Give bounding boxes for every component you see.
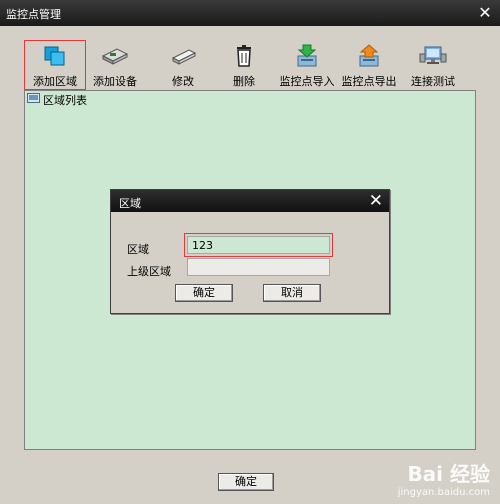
add-area-button[interactable]: 添加区域 (24, 40, 86, 90)
toolbar: 添加区域 添加设备 修改 删除 监控点导入 监控点导出 连接测试 (24, 40, 476, 90)
add-device-label: 添加设备 (93, 75, 137, 88)
area-name-input[interactable] (184, 233, 333, 257)
dialog-ok-button[interactable]: 确定 (175, 284, 233, 302)
modify-label: 修改 (172, 75, 194, 88)
window-ok-button[interactable]: 确定 (218, 473, 274, 491)
add-device-icon (101, 48, 129, 65)
connection-test-icon (419, 46, 447, 64)
window-title: 监控点管理 (6, 8, 61, 21)
parent-area-input[interactable] (187, 258, 330, 276)
parent-area-label: 上级区域 (127, 265, 171, 278)
watermark-url: jingyan.baidu.com (397, 487, 490, 498)
modify-icon (171, 49, 197, 65)
add-area-icon (44, 46, 65, 66)
watermark-brand: Bai 经验 (407, 462, 490, 486)
add-device-button[interactable]: 添加设备 (84, 40, 146, 90)
area-name-label: 区域 (127, 243, 149, 256)
dialog-close-icon[interactable]: ✕ (369, 191, 383, 211)
dialog-titlebar[interactable]: 区域 ✕ (111, 190, 389, 212)
import-button[interactable]: 监控点导入 (276, 40, 338, 90)
baidu-jingyan-watermark: Bai 经验 jingyan.baidu.com (398, 458, 490, 498)
delete-button[interactable]: 删除 (213, 40, 275, 90)
area-dialog: 区域 ✕ 区域 上级区域 确定 取消 (110, 189, 390, 314)
connection-test-button[interactable]: 连接测试 (402, 40, 464, 90)
dialog-cancel-button[interactable]: 取消 (263, 284, 321, 302)
monitor-point-management-window: 监控点管理 ✕ 添加区域 添加设备 修改 删除 监控点导入 监控点导出 连接测试… (0, 0, 500, 504)
tree-root-icon (27, 93, 40, 103)
connection-test-label: 连接测试 (411, 75, 455, 88)
delete-label: 删除 (233, 75, 255, 88)
export-icon (359, 44, 379, 67)
trash-icon (237, 45, 251, 67)
export-label: 监控点导出 (341, 75, 397, 88)
window-titlebar[interactable]: 监控点管理 ✕ (0, 0, 500, 26)
add-area-label: 添加区域 (33, 75, 77, 88)
import-icon (297, 44, 317, 67)
area-list-title: 区域列表 (43, 94, 87, 107)
import-label: 监控点导入 (279, 75, 335, 88)
window-close-icon[interactable]: ✕ (475, 3, 495, 23)
area-list-header[interactable]: 区域列表 (25, 91, 475, 107)
dialog-title: 区域 (119, 197, 141, 210)
modify-button[interactable]: 修改 (152, 40, 214, 90)
export-button[interactable]: 监控点导出 (338, 40, 400, 90)
